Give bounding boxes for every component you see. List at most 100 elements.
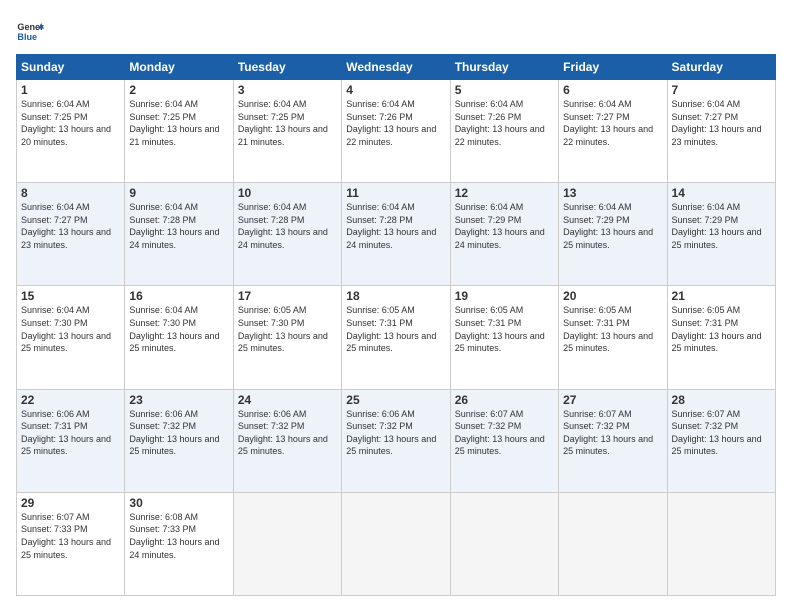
weekday-header-tuesday: Tuesday <box>233 55 341 80</box>
day-number: 9 <box>129 186 228 200</box>
day-info: Sunrise: 6:04 AM Sunset: 7:27 PM Dayligh… <box>672 98 771 148</box>
day-number: 4 <box>346 83 445 97</box>
day-info: Sunrise: 6:07 AM Sunset: 7:32 PM Dayligh… <box>672 408 771 458</box>
day-info: Sunrise: 6:04 AM Sunset: 7:28 PM Dayligh… <box>346 201 445 251</box>
calendar-cell: 2 Sunrise: 6:04 AM Sunset: 7:25 PM Dayli… <box>125 80 233 183</box>
day-number: 14 <box>672 186 771 200</box>
calendar-cell: 6 Sunrise: 6:04 AM Sunset: 7:27 PM Dayli… <box>559 80 667 183</box>
calendar-cell: 20 Sunrise: 6:05 AM Sunset: 7:31 PM Dayl… <box>559 286 667 389</box>
day-info: Sunrise: 6:04 AM Sunset: 7:25 PM Dayligh… <box>21 98 120 148</box>
calendar-cell: 9 Sunrise: 6:04 AM Sunset: 7:28 PM Dayli… <box>125 183 233 286</box>
day-info: Sunrise: 6:07 AM Sunset: 7:32 PM Dayligh… <box>563 408 662 458</box>
day-info: Sunrise: 6:04 AM Sunset: 7:29 PM Dayligh… <box>672 201 771 251</box>
calendar-cell: 22 Sunrise: 6:06 AM Sunset: 7:31 PM Dayl… <box>17 389 125 492</box>
day-info: Sunrise: 6:04 AM Sunset: 7:28 PM Dayligh… <box>129 201 228 251</box>
day-info: Sunrise: 6:04 AM Sunset: 7:25 PM Dayligh… <box>238 98 337 148</box>
day-number: 18 <box>346 289 445 303</box>
calendar-table: SundayMondayTuesdayWednesdayThursdayFrid… <box>16 54 776 596</box>
day-number: 23 <box>129 393 228 407</box>
day-number: 13 <box>563 186 662 200</box>
calendar-cell: 18 Sunrise: 6:05 AM Sunset: 7:31 PM Dayl… <box>342 286 450 389</box>
day-number: 22 <box>21 393 120 407</box>
day-number: 26 <box>455 393 554 407</box>
page: General Blue SundayMondayTuesdayWednesda… <box>0 0 792 612</box>
day-number: 15 <box>21 289 120 303</box>
day-number: 27 <box>563 393 662 407</box>
calendar-cell: 14 Sunrise: 6:04 AM Sunset: 7:29 PM Dayl… <box>667 183 775 286</box>
day-number: 7 <box>672 83 771 97</box>
day-number: 8 <box>21 186 120 200</box>
calendar-week-5: 29 Sunrise: 6:07 AM Sunset: 7:33 PM Dayl… <box>17 492 776 595</box>
day-number: 28 <box>672 393 771 407</box>
weekday-header-sunday: Sunday <box>17 55 125 80</box>
day-info: Sunrise: 6:05 AM Sunset: 7:31 PM Dayligh… <box>455 304 554 354</box>
day-info: Sunrise: 6:07 AM Sunset: 7:32 PM Dayligh… <box>455 408 554 458</box>
weekday-header-saturday: Saturday <box>667 55 775 80</box>
day-info: Sunrise: 6:04 AM Sunset: 7:27 PM Dayligh… <box>21 201 120 251</box>
calendar-cell: 8 Sunrise: 6:04 AM Sunset: 7:27 PM Dayli… <box>17 183 125 286</box>
day-number: 1 <box>21 83 120 97</box>
calendar-cell: 15 Sunrise: 6:04 AM Sunset: 7:30 PM Dayl… <box>17 286 125 389</box>
calendar-cell: 19 Sunrise: 6:05 AM Sunset: 7:31 PM Dayl… <box>450 286 558 389</box>
calendar-cell <box>233 492 341 595</box>
day-info: Sunrise: 6:06 AM Sunset: 7:32 PM Dayligh… <box>129 408 228 458</box>
day-info: Sunrise: 6:06 AM Sunset: 7:32 PM Dayligh… <box>346 408 445 458</box>
day-info: Sunrise: 6:04 AM Sunset: 7:27 PM Dayligh… <box>563 98 662 148</box>
day-info: Sunrise: 6:04 AM Sunset: 7:29 PM Dayligh… <box>563 201 662 251</box>
day-info: Sunrise: 6:06 AM Sunset: 7:32 PM Dayligh… <box>238 408 337 458</box>
calendar-cell: 28 Sunrise: 6:07 AM Sunset: 7:32 PM Dayl… <box>667 389 775 492</box>
weekday-header-monday: Monday <box>125 55 233 80</box>
calendar-cell: 11 Sunrise: 6:04 AM Sunset: 7:28 PM Dayl… <box>342 183 450 286</box>
day-info: Sunrise: 6:05 AM Sunset: 7:31 PM Dayligh… <box>563 304 662 354</box>
calendar-cell: 25 Sunrise: 6:06 AM Sunset: 7:32 PM Dayl… <box>342 389 450 492</box>
day-number: 17 <box>238 289 337 303</box>
calendar-cell: 13 Sunrise: 6:04 AM Sunset: 7:29 PM Dayl… <box>559 183 667 286</box>
day-number: 16 <box>129 289 228 303</box>
calendar-cell: 17 Sunrise: 6:05 AM Sunset: 7:30 PM Dayl… <box>233 286 341 389</box>
calendar-cell: 12 Sunrise: 6:04 AM Sunset: 7:29 PM Dayl… <box>450 183 558 286</box>
day-info: Sunrise: 6:05 AM Sunset: 7:30 PM Dayligh… <box>238 304 337 354</box>
calendar-cell: 26 Sunrise: 6:07 AM Sunset: 7:32 PM Dayl… <box>450 389 558 492</box>
calendar-cell: 7 Sunrise: 6:04 AM Sunset: 7:27 PM Dayli… <box>667 80 775 183</box>
calendar-cell: 30 Sunrise: 6:08 AM Sunset: 7:33 PM Dayl… <box>125 492 233 595</box>
calendar-cell: 3 Sunrise: 6:04 AM Sunset: 7:25 PM Dayli… <box>233 80 341 183</box>
calendar-week-2: 8 Sunrise: 6:04 AM Sunset: 7:27 PM Dayli… <box>17 183 776 286</box>
svg-text:Blue: Blue <box>17 32 37 42</box>
calendar-cell: 21 Sunrise: 6:05 AM Sunset: 7:31 PM Dayl… <box>667 286 775 389</box>
day-info: Sunrise: 6:04 AM Sunset: 7:30 PM Dayligh… <box>129 304 228 354</box>
day-info: Sunrise: 6:05 AM Sunset: 7:31 PM Dayligh… <box>346 304 445 354</box>
day-info: Sunrise: 6:07 AM Sunset: 7:33 PM Dayligh… <box>21 511 120 561</box>
day-number: 30 <box>129 496 228 510</box>
day-number: 3 <box>238 83 337 97</box>
day-number: 11 <box>346 186 445 200</box>
day-info: Sunrise: 6:04 AM Sunset: 7:26 PM Dayligh… <box>455 98 554 148</box>
calendar-cell: 1 Sunrise: 6:04 AM Sunset: 7:25 PM Dayli… <box>17 80 125 183</box>
day-number: 12 <box>455 186 554 200</box>
calendar-week-4: 22 Sunrise: 6:06 AM Sunset: 7:31 PM Dayl… <box>17 389 776 492</box>
calendar-cell: 5 Sunrise: 6:04 AM Sunset: 7:26 PM Dayli… <box>450 80 558 183</box>
weekday-header-wednesday: Wednesday <box>342 55 450 80</box>
day-info: Sunrise: 6:04 AM Sunset: 7:29 PM Dayligh… <box>455 201 554 251</box>
day-info: Sunrise: 6:04 AM Sunset: 7:28 PM Dayligh… <box>238 201 337 251</box>
calendar-cell: 4 Sunrise: 6:04 AM Sunset: 7:26 PM Dayli… <box>342 80 450 183</box>
calendar-cell: 23 Sunrise: 6:06 AM Sunset: 7:32 PM Dayl… <box>125 389 233 492</box>
day-number: 6 <box>563 83 662 97</box>
day-info: Sunrise: 6:06 AM Sunset: 7:31 PM Dayligh… <box>21 408 120 458</box>
calendar-week-3: 15 Sunrise: 6:04 AM Sunset: 7:30 PM Dayl… <box>17 286 776 389</box>
day-number: 5 <box>455 83 554 97</box>
day-number: 20 <box>563 289 662 303</box>
calendar-cell: 16 Sunrise: 6:04 AM Sunset: 7:30 PM Dayl… <box>125 286 233 389</box>
day-info: Sunrise: 6:04 AM Sunset: 7:25 PM Dayligh… <box>129 98 228 148</box>
header: General Blue <box>16 16 776 44</box>
calendar-week-1: 1 Sunrise: 6:04 AM Sunset: 7:25 PM Dayli… <box>17 80 776 183</box>
day-number: 24 <box>238 393 337 407</box>
logo: General Blue <box>16 16 44 44</box>
day-info: Sunrise: 6:04 AM Sunset: 7:26 PM Dayligh… <box>346 98 445 148</box>
day-number: 2 <box>129 83 228 97</box>
day-number: 25 <box>346 393 445 407</box>
calendar-cell <box>450 492 558 595</box>
calendar-cell: 27 Sunrise: 6:07 AM Sunset: 7:32 PM Dayl… <box>559 389 667 492</box>
weekday-header-thursday: Thursday <box>450 55 558 80</box>
calendar-cell <box>667 492 775 595</box>
day-info: Sunrise: 6:04 AM Sunset: 7:30 PM Dayligh… <box>21 304 120 354</box>
